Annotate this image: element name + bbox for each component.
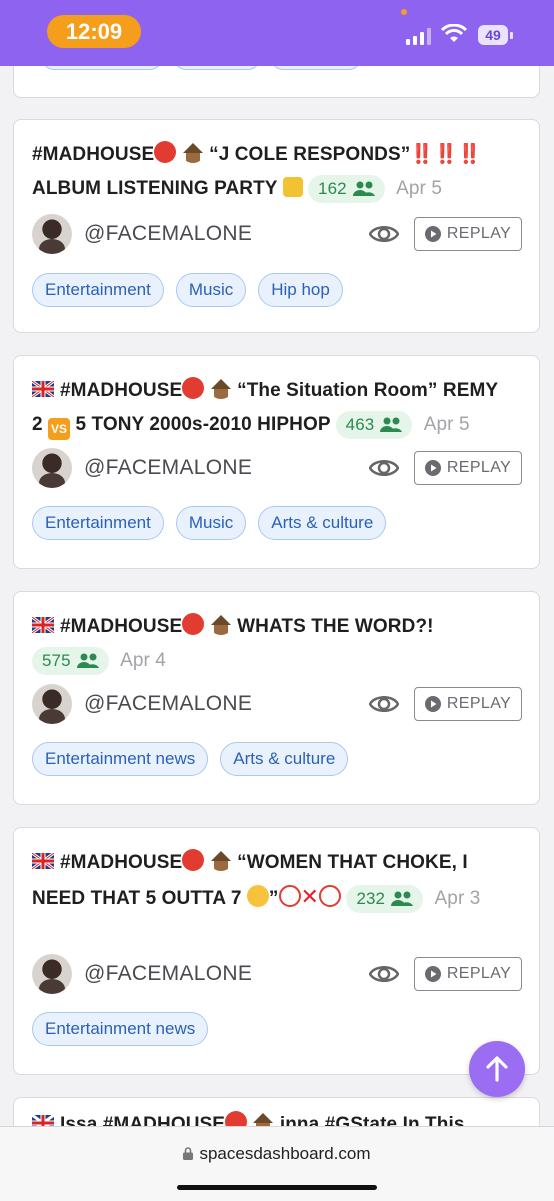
home-indicator[interactable] bbox=[177, 1185, 377, 1190]
arrow-up-icon bbox=[486, 1056, 508, 1082]
cross-mark-icon: ✕ bbox=[300, 884, 320, 909]
space-card-partial-top[interactable] bbox=[13, 66, 540, 98]
host-handle[interactable]: @FACEMALONE bbox=[84, 456, 252, 480]
people-icon bbox=[391, 891, 414, 906]
avatar[interactable] bbox=[32, 448, 72, 488]
tag[interactable]: Arts & culture bbox=[258, 506, 387, 540]
battery-tip bbox=[510, 32, 513, 39]
house-icon bbox=[209, 379, 232, 399]
space-card[interactable]: #MADHOUSE “J COLE RESPONDS”‼️‼️‼️ ALBUM … bbox=[13, 119, 540, 333]
avatar[interactable] bbox=[32, 954, 72, 994]
house-icon bbox=[209, 851, 232, 871]
house-icon bbox=[181, 143, 204, 163]
house-icon bbox=[252, 1113, 275, 1126]
browser-address-bar[interactable]: spacesdashboard.com bbox=[0, 1126, 554, 1201]
host-row[interactable]: @FACEMALONE bbox=[32, 448, 252, 488]
replay-button[interactable]: REPLAY bbox=[414, 957, 522, 991]
eye-icon[interactable] bbox=[369, 455, 399, 481]
tag[interactable]: Music bbox=[175, 273, 247, 307]
tag[interactable]: Entertainment bbox=[32, 506, 164, 540]
space-title[interactable]: #MADHOUSE “The Situation Room” REMY 2 VS… bbox=[32, 374, 523, 442]
people-icon bbox=[76, 653, 99, 668]
tag-list: Entertainment news bbox=[32, 1012, 209, 1046]
uk-flag-icon bbox=[32, 1115, 54, 1126]
tag-list: Entertainment Music Hip hop bbox=[32, 273, 343, 307]
people-icon bbox=[380, 417, 403, 432]
space-date: Apr 5 bbox=[396, 178, 442, 199]
play-circle-icon bbox=[424, 226, 441, 242]
space-card[interactable]: #MADHOUSE “The Situation Room” REMY 2 VS… bbox=[13, 355, 540, 569]
play-circle-icon bbox=[424, 966, 441, 982]
tag[interactable]: Arts & culture bbox=[220, 742, 349, 776]
tag-partial[interactable] bbox=[271, 66, 361, 70]
tag-partial[interactable] bbox=[174, 66, 260, 70]
people-icon bbox=[352, 181, 375, 196]
no-symbol-icon bbox=[319, 885, 342, 907]
space-title[interactable]: #MADHOUSE “WOMEN THAT CHOKE, I NEED THAT… bbox=[32, 846, 523, 916]
house-icon bbox=[209, 615, 232, 635]
listener-count-badge: 463 bbox=[335, 410, 413, 439]
angry-face-icon bbox=[225, 1111, 248, 1126]
space-card[interactable]: #MADHOUSE WHATS THE WORD?! 575 Apr 4 @FA… bbox=[13, 591, 540, 805]
scroll-to-top-button[interactable] bbox=[469, 1041, 525, 1097]
space-date: Apr 5 bbox=[423, 414, 470, 435]
wifi-icon bbox=[441, 24, 467, 42]
tag[interactable]: Entertainment news bbox=[32, 1012, 209, 1046]
eye-icon[interactable] bbox=[369, 691, 399, 717]
host-row[interactable]: @FACEMALONE bbox=[32, 954, 252, 994]
angry-face-icon bbox=[182, 613, 205, 635]
avatar[interactable] bbox=[32, 214, 72, 254]
recording-indicator bbox=[401, 9, 407, 15]
space-title[interactable]: #MADHOUSE WHATS THE WORD?! 575 Apr 4 bbox=[32, 610, 523, 678]
space-title[interactable]: #MADHOUSE “J COLE RESPONDS”‼️‼️‼️ ALBUM … bbox=[32, 138, 523, 206]
party-popper-icon bbox=[282, 177, 303, 197]
listener-count-badge: 162 bbox=[308, 174, 385, 203]
cellular-signal-icon bbox=[406, 28, 432, 45]
play-circle-icon bbox=[424, 460, 441, 476]
uk-flag-icon bbox=[32, 381, 54, 397]
double-exclamation-icon: ‼️‼️‼️ bbox=[410, 144, 482, 165]
host-row[interactable]: @FACEMALONE bbox=[32, 684, 252, 724]
replay-button[interactable]: REPLAY bbox=[414, 217, 522, 251]
angry-face-icon bbox=[154, 141, 177, 163]
play-circle-icon bbox=[424, 696, 441, 712]
replay-button[interactable]: REPLAY bbox=[414, 687, 522, 721]
angry-face-icon bbox=[182, 849, 205, 871]
eye-icon[interactable] bbox=[369, 221, 399, 247]
no-symbol-icon bbox=[278, 885, 301, 907]
replay-button[interactable]: REPLAY bbox=[414, 451, 522, 485]
space-title[interactable]: Issa #MADHOUSE inna #GState In This bbox=[32, 1108, 523, 1126]
tag[interactable]: Hip hop bbox=[258, 273, 343, 307]
smirk-face-icon bbox=[246, 885, 269, 907]
listener-count-badge: 575 bbox=[32, 646, 109, 675]
status-time: 12:09 bbox=[47, 15, 141, 48]
avatar[interactable] bbox=[32, 684, 72, 724]
space-date: Apr 4 bbox=[120, 650, 166, 671]
lock-icon bbox=[183, 1147, 194, 1160]
angry-face-icon bbox=[182, 377, 205, 399]
tag[interactable]: Entertainment bbox=[32, 273, 164, 307]
url-display[interactable]: spacesdashboard.com bbox=[0, 1144, 554, 1164]
space-feed[interactable]: #MADHOUSE “J COLE RESPONDS”‼️‼️‼️ ALBUM … bbox=[0, 66, 554, 1126]
host-handle[interactable]: @FACEMALONE bbox=[84, 222, 252, 246]
space-card-partial-bottom[interactable]: Issa #MADHOUSE inna #GState In This bbox=[13, 1097, 540, 1126]
tag-list: Entertainment news Arts & culture bbox=[32, 742, 349, 776]
tag[interactable]: Entertainment news bbox=[32, 742, 209, 776]
space-card[interactable]: #MADHOUSE “WOMEN THAT CHOKE, I NEED THAT… bbox=[13, 827, 540, 1075]
tag-list: Entertainment Music Arts & culture bbox=[32, 506, 387, 540]
uk-flag-icon bbox=[32, 617, 54, 633]
eye-icon[interactable] bbox=[369, 961, 399, 987]
listener-count-badge: 232 bbox=[346, 884, 424, 913]
status-bar: 12:09 49 bbox=[0, 0, 554, 66]
tag-partial[interactable] bbox=[42, 66, 162, 70]
uk-flag-icon bbox=[32, 853, 54, 869]
space-date: Apr 3 bbox=[434, 888, 481, 909]
vs-icon: VS bbox=[48, 418, 71, 440]
tag[interactable]: Music bbox=[175, 506, 247, 540]
host-handle[interactable]: @FACEMALONE bbox=[84, 692, 252, 716]
host-row[interactable]: @FACEMALONE bbox=[32, 214, 252, 254]
battery-icon: 49 bbox=[478, 25, 508, 45]
host-handle[interactable]: @FACEMALONE bbox=[84, 962, 252, 986]
